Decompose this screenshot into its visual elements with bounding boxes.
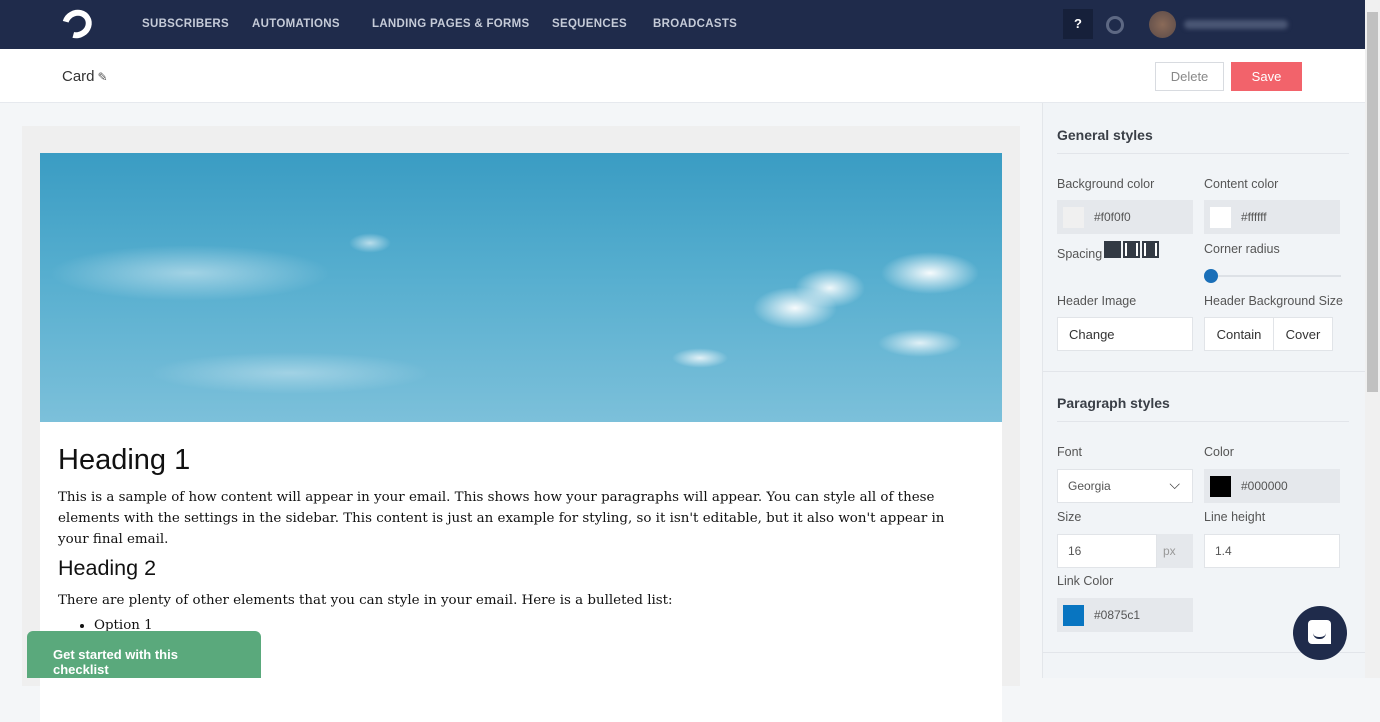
general-styles-title: General styles — [1057, 127, 1153, 143]
header-image — [40, 153, 1002, 422]
paragraph-2: There are plenty of other elements that … — [58, 593, 673, 608]
divider — [1043, 371, 1366, 372]
divider — [1057, 153, 1349, 154]
user-name-blurred[interactable] — [1184, 20, 1288, 29]
page-title[interactable]: Card ✎ — [62, 68, 108, 85]
heading-2: Heading 2 — [58, 556, 157, 580]
size-label: Size — [1057, 510, 1082, 524]
spacing-none-icon[interactable] — [1104, 241, 1121, 258]
color-value: #f0f0f0 — [1094, 210, 1131, 224]
help-button[interactable]: ? — [1063, 9, 1093, 39]
color-swatch — [1063, 604, 1084, 626]
save-button[interactable]: Save — [1231, 62, 1302, 91]
contain-button[interactable]: Contain — [1204, 317, 1274, 351]
spacing-large-icon[interactable] — [1142, 241, 1159, 258]
font-value: Georgia — [1068, 479, 1111, 493]
size-unit: px — [1157, 534, 1193, 568]
spacing-label: Spacing — [1057, 247, 1103, 261]
status-ring-icon[interactable] — [1106, 16, 1124, 34]
line-height-label: Line height — [1204, 510, 1266, 524]
color-label: Color — [1204, 445, 1234, 459]
nav-sequences[interactable]: SEQUENCES — [552, 18, 627, 30]
header-image-label: Header Image — [1057, 294, 1137, 308]
cover-button[interactable]: Cover — [1273, 317, 1333, 351]
preview-canvas: Heading 1 This is a sample of how conten… — [22, 126, 1020, 722]
font-label: Font — [1057, 445, 1083, 459]
font-select[interactable]: Georgia ⌵ — [1057, 469, 1193, 503]
chevron-down-icon: ⌵ — [1169, 476, 1180, 492]
background-color-picker[interactable]: #f0f0f0 — [1057, 200, 1193, 234]
scrollbar[interactable] — [1365, 0, 1380, 678]
title-text: Card — [62, 68, 95, 85]
heading-1: Heading 1 — [58, 444, 191, 476]
color-swatch — [1210, 475, 1231, 497]
top-nav: SUBSCRIBERS AUTOMATIONS LANDING PAGES & … — [0, 0, 1365, 49]
background-color-label: Background color — [1057, 177, 1155, 191]
spacing-small-icon[interactable] — [1123, 241, 1140, 258]
scrollbar-thumb[interactable] — [1367, 12, 1378, 392]
spacing-options — [1104, 241, 1159, 258]
chat-launcher[interactable] — [1293, 606, 1347, 660]
logo-icon[interactable] — [57, 4, 97, 44]
pencil-icon[interactable]: ✎ — [98, 70, 108, 84]
divider — [1057, 421, 1349, 422]
content-color-picker[interactable]: #ffffff — [1204, 200, 1340, 234]
chat-icon — [1308, 620, 1331, 644]
style-sidebar: General styles Background color Content … — [1042, 103, 1366, 678]
paragraph-color-picker[interactable]: #000000 — [1204, 469, 1340, 503]
slider-handle[interactable] — [1204, 269, 1218, 283]
subheader: Card ✎ Delete Save — [0, 49, 1365, 103]
color-value: #0875c1 — [1094, 608, 1141, 622]
avatar[interactable] — [1149, 11, 1176, 38]
link-color-label: Link Color — [1057, 574, 1114, 588]
paragraph-1: This is a sample of how content will app… — [58, 490, 945, 547]
paragraph-styles-title: Paragraph styles — [1057, 395, 1170, 411]
content-color-label: Content color — [1204, 177, 1279, 191]
change-image-button[interactable]: Change — [1057, 317, 1193, 351]
checklist-button[interactable]: Get started with this checklist — [27, 631, 261, 678]
color-swatch — [1063, 206, 1084, 228]
nav-landing-pages[interactable]: LANDING PAGES & FORMS — [372, 18, 530, 30]
color-value: #ffffff — [1241, 210, 1267, 224]
corner-radius-label: Corner radius — [1204, 242, 1280, 256]
line-height-input[interactable]: 1.4 — [1204, 534, 1340, 568]
color-value: #000000 — [1241, 479, 1288, 493]
size-input[interactable]: 16 — [1057, 534, 1157, 568]
corner-radius-slider[interactable] — [1204, 269, 1341, 283]
nav-automations[interactable]: AUTOMATIONS — [252, 18, 340, 30]
header-bg-size-label: Header Background Size — [1204, 294, 1343, 308]
color-swatch — [1210, 206, 1231, 228]
nav-subscribers[interactable]: SUBSCRIBERS — [142, 18, 229, 30]
link-color-picker[interactable]: #0875c1 — [1057, 598, 1193, 632]
delete-button[interactable]: Delete — [1155, 62, 1224, 91]
nav-broadcasts[interactable]: BROADCASTS — [653, 18, 737, 30]
